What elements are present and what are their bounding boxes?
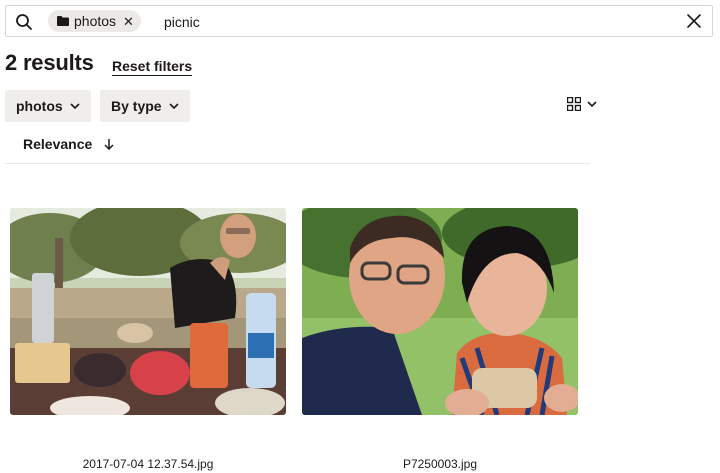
filter-label: By type <box>111 98 162 114</box>
filter-label: photos <box>16 98 63 114</box>
sort-button[interactable]: Relevance <box>23 136 114 152</box>
photo-thumbnail-image <box>302 208 578 415</box>
file-name[interactable]: 2017-07-04 12.37.54.jpg <box>10 457 286 471</box>
photo-thumbnail-image <box>10 208 286 415</box>
reset-filters-button[interactable]: Reset filters <box>112 58 193 76</box>
filter-type-dropdown[interactable]: By type <box>100 90 190 122</box>
search-filter-chip: photos ✕ <box>48 10 141 32</box>
folder-icon <box>57 16 69 26</box>
chevron-down-icon <box>169 102 179 109</box>
sort-label: Relevance <box>23 136 93 152</box>
search-bar: photos ✕ <box>5 5 713 37</box>
chevron-down-icon <box>70 102 80 109</box>
chevron-down-icon <box>587 100 597 107</box>
file-thumbnail[interactable] <box>10 208 286 415</box>
filter-location-dropdown[interactable]: photos <box>5 90 91 122</box>
divider <box>5 163 590 164</box>
grid-view-icon <box>567 97 581 111</box>
chip-label: photos <box>74 13 117 29</box>
results-count: 2 results <box>5 50 94 75</box>
file-thumbnail[interactable] <box>302 208 578 415</box>
search-icon[interactable] <box>15 13 33 31</box>
arrow-down-icon <box>104 139 114 150</box>
chip-remove-icon[interactable]: ✕ <box>121 15 134 28</box>
file-name[interactable]: P7250003.jpg <box>302 457 578 471</box>
view-toggle-button[interactable] <box>567 97 597 111</box>
search-input[interactable] <box>164 11 664 33</box>
clear-search-icon[interactable] <box>686 13 702 29</box>
